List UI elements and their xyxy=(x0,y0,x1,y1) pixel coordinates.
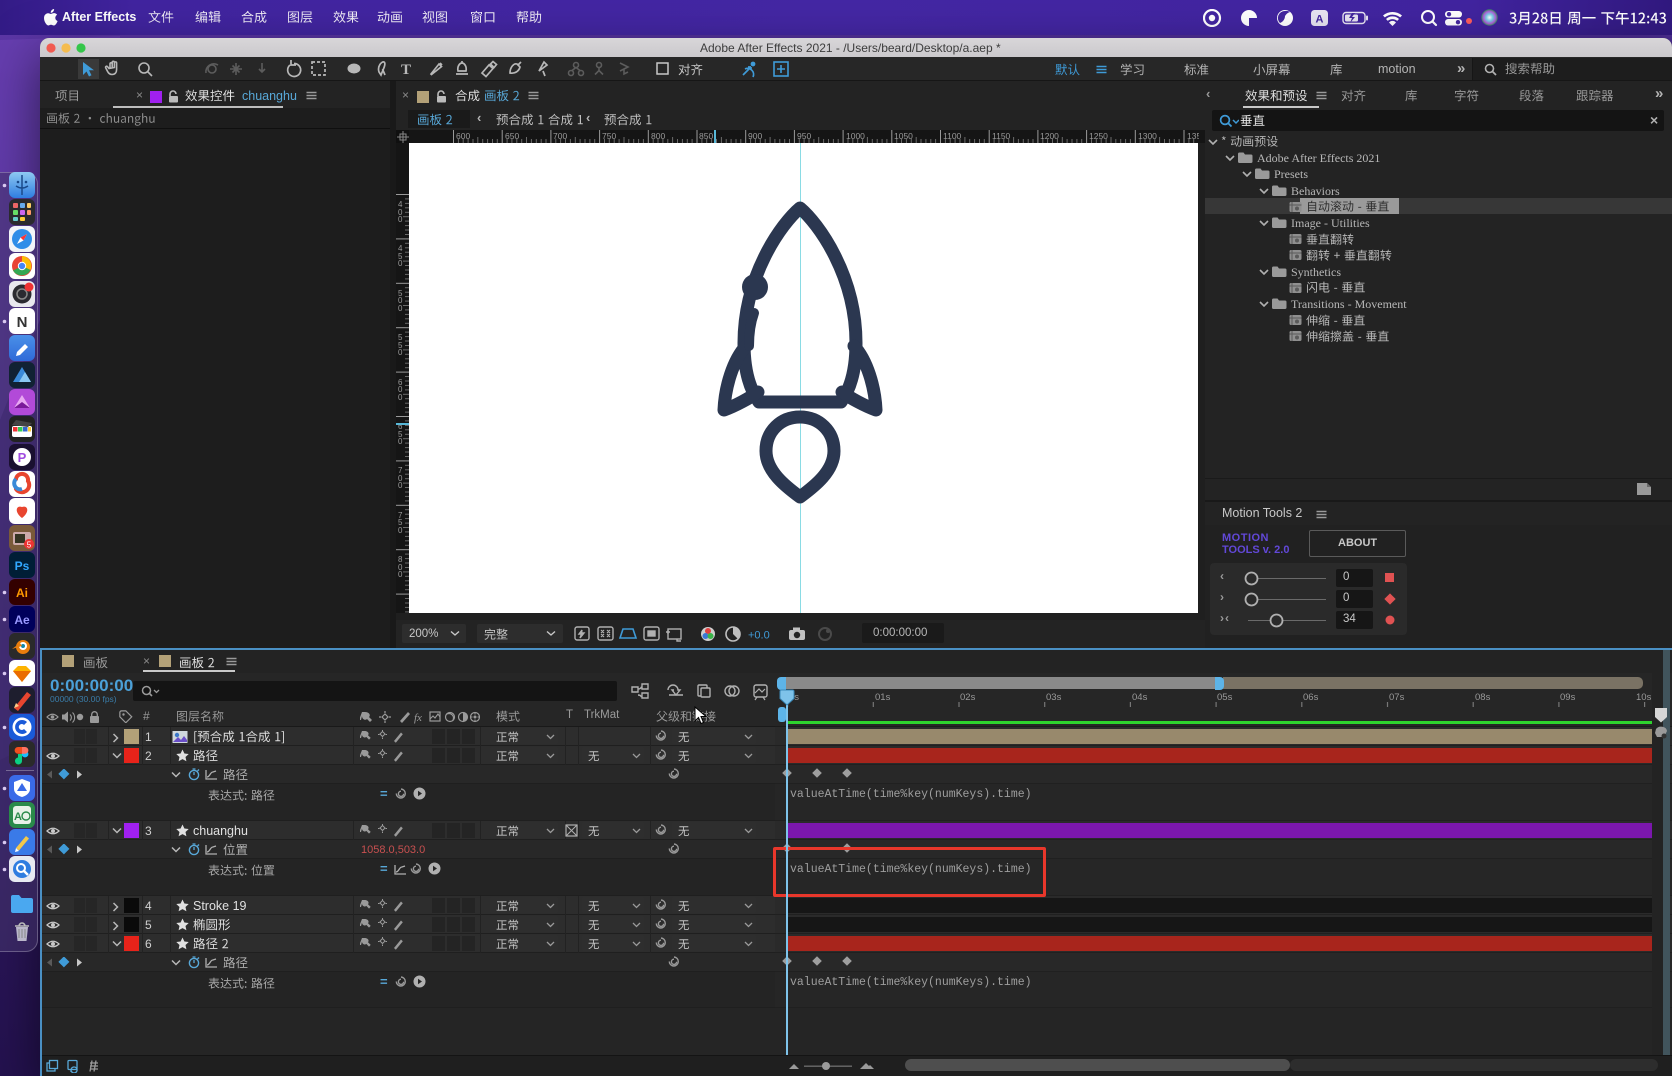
svg-text:0: 0 xyxy=(398,215,403,224)
svg-text:04s: 04s xyxy=(1132,692,1148,703)
svg-text:06s: 06s xyxy=(1303,692,1319,703)
svg-text:Ae: Ae xyxy=(14,613,30,627)
svg-text:Ai: Ai xyxy=(16,586,28,600)
svg-text:A: A xyxy=(1316,14,1324,26)
svg-text:0: 0 xyxy=(398,481,403,490)
svg-text:01s: 01s xyxy=(875,692,891,703)
svg-text:0: 0 xyxy=(398,304,403,313)
svg-text:5: 5 xyxy=(27,541,32,550)
svg-text:fx: fx xyxy=(414,712,422,724)
svg-text:700: 700 xyxy=(553,131,567,141)
svg-text:05s: 05s xyxy=(1217,692,1233,703)
svg-text:0: 0 xyxy=(398,526,403,535)
svg-text:1050: 1050 xyxy=(894,131,913,141)
svg-text:0: 0 xyxy=(398,437,403,446)
svg-text:850: 850 xyxy=(699,131,713,141)
svg-text:1250: 1250 xyxy=(1089,131,1108,141)
svg-text:1350: 1350 xyxy=(1187,131,1199,141)
svg-text:650: 650 xyxy=(505,131,519,141)
svg-text:P: P xyxy=(18,450,27,465)
svg-text:750: 750 xyxy=(602,131,616,141)
svg-text:+0.0: +0.0 xyxy=(748,630,770,642)
svg-text:02s: 02s xyxy=(960,692,976,703)
svg-text:900: 900 xyxy=(748,131,762,141)
svg-text:1100: 1100 xyxy=(943,131,962,141)
svg-text:0: 0 xyxy=(398,348,403,357)
svg-text:600: 600 xyxy=(456,131,470,141)
svg-text:0: 0 xyxy=(398,570,403,579)
svg-text:1000: 1000 xyxy=(846,131,865,141)
svg-text:800: 800 xyxy=(651,131,665,141)
svg-text:10s: 10s xyxy=(1636,692,1652,703)
svg-text:950: 950 xyxy=(797,131,811,141)
svg-text:Ps: Ps xyxy=(15,559,30,573)
svg-text:0: 0 xyxy=(398,259,403,268)
svg-text:N: N xyxy=(17,314,28,331)
svg-text:A: A xyxy=(14,811,22,823)
svg-text:09s: 09s xyxy=(1560,692,1576,703)
svg-text:0: 0 xyxy=(398,393,403,402)
svg-text:08s: 08s xyxy=(1475,692,1491,703)
svg-text:T: T xyxy=(401,62,411,78)
svg-text:07s: 07s xyxy=(1389,692,1405,703)
svg-text:1200: 1200 xyxy=(1040,131,1059,141)
svg-text:03s: 03s xyxy=(1046,692,1062,703)
svg-text:1150: 1150 xyxy=(992,131,1011,141)
svg-text:1300: 1300 xyxy=(1138,131,1157,141)
